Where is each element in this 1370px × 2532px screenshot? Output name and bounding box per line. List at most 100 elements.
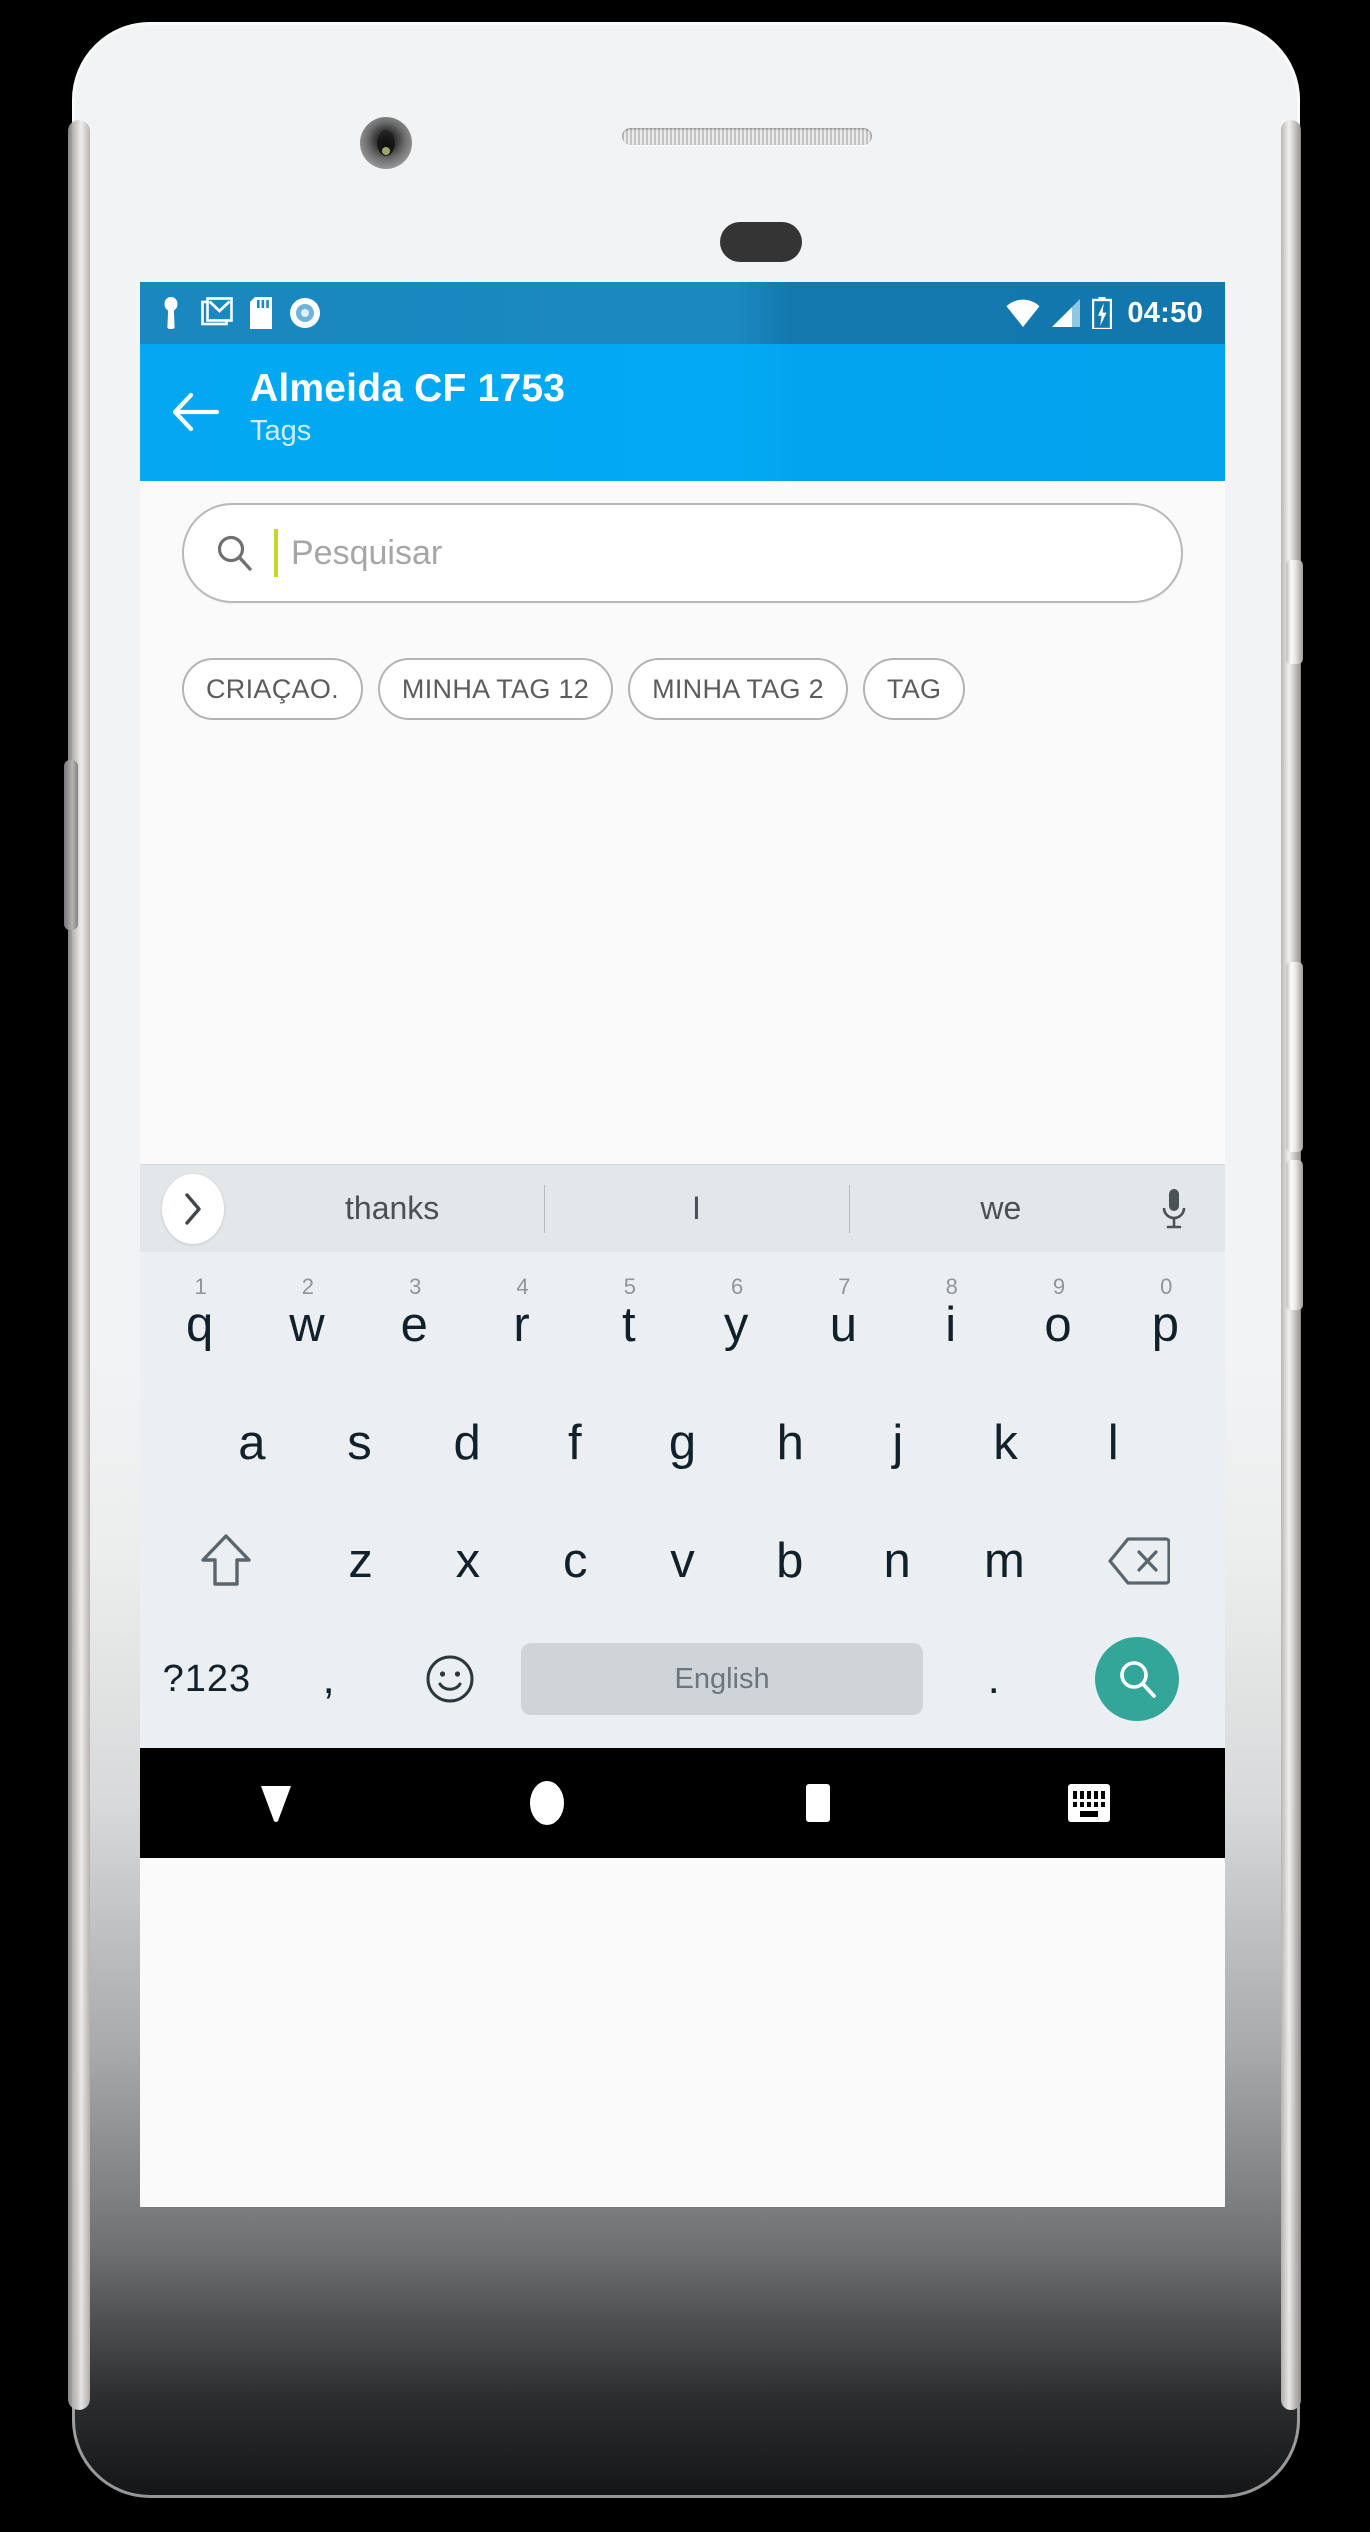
shift-key[interactable] xyxy=(146,1502,307,1620)
key-label: p xyxy=(1151,1298,1179,1352)
key-w[interactable]: 2w xyxy=(253,1266,360,1384)
key-k[interactable]: k xyxy=(952,1384,1060,1502)
gmail-icon xyxy=(201,297,233,329)
home-button[interactable] xyxy=(411,1778,682,1828)
disc-icon xyxy=(289,297,321,329)
power-button[interactable] xyxy=(1286,560,1303,664)
expand-suggestions-button[interactable] xyxy=(162,1173,224,1244)
page-subtitle: Tags xyxy=(250,415,312,448)
suggestion-items: thanks I we xyxy=(240,1165,1153,1252)
key-hint-number: 4 xyxy=(516,1274,529,1299)
change-keyboard-icon xyxy=(1065,1781,1113,1825)
key-l[interactable]: l xyxy=(1059,1384,1167,1502)
key-m[interactable]: m xyxy=(951,1502,1058,1620)
key-p[interactable]: 0p xyxy=(1112,1266,1219,1384)
key-j[interactable]: j xyxy=(844,1384,952,1502)
tag-chip[interactable]: CRIAÇAO. xyxy=(182,658,363,720)
key-z[interactable]: z xyxy=(307,1502,414,1620)
key-hint-number: 7 xyxy=(838,1274,851,1299)
search-icon xyxy=(214,533,254,573)
back-button[interactable] xyxy=(140,362,250,462)
key-b[interactable]: b xyxy=(736,1502,843,1620)
key-e[interactable]: 3e xyxy=(361,1266,468,1384)
key-s[interactable]: s xyxy=(306,1384,414,1502)
suggestion-item[interactable]: we xyxy=(849,1190,1153,1227)
chevron-right-icon xyxy=(182,1192,204,1226)
search-input[interactable]: Pesquisar xyxy=(182,503,1183,603)
key-q[interactable]: 1q xyxy=(146,1266,253,1384)
key-h[interactable]: h xyxy=(736,1384,844,1502)
phone-screen: 04:50 Almeida CF 1753 Tags Pesquisar CRI… xyxy=(140,282,1225,2207)
enter-key-circle xyxy=(1094,1637,1179,1721)
key-a[interactable]: a xyxy=(198,1384,306,1502)
key-y[interactable]: 6y xyxy=(682,1266,789,1384)
emoji-key[interactable] xyxy=(389,1620,511,1738)
screenshot-root: 04:50 Almeida CF 1753 Tags Pesquisar CRI… xyxy=(0,0,1370,2532)
key-x[interactable]: x xyxy=(414,1502,521,1620)
device-left-nub xyxy=(64,760,78,930)
voice-input-button[interactable] xyxy=(1145,1180,1203,1238)
navigation-bar xyxy=(140,1748,1225,1858)
key-label: . xyxy=(987,1654,1000,1703)
key-n[interactable]: n xyxy=(843,1502,950,1620)
key-i[interactable]: 8i xyxy=(897,1266,1004,1384)
keyboard-row-3: z x c v b n m xyxy=(146,1502,1219,1620)
key-label: z xyxy=(348,1534,373,1588)
battery-charging-icon xyxy=(1092,297,1113,329)
key-label: , xyxy=(322,1654,335,1703)
recents-button[interactable] xyxy=(683,1781,954,1825)
tag-chip[interactable]: MINHA TAG 2 xyxy=(628,658,848,720)
key-label: r xyxy=(513,1298,530,1352)
keyboard-row-2: a s d f g h j k l xyxy=(146,1384,1219,1502)
home-circle-icon xyxy=(526,1778,568,1828)
microphone-icon xyxy=(1159,1187,1189,1231)
suggestion-item[interactable]: I xyxy=(544,1190,848,1227)
key-hint-number: 2 xyxy=(301,1274,315,1299)
tag-chip[interactable]: MINHA TAG 12 xyxy=(377,658,614,720)
comma-key[interactable]: , xyxy=(268,1620,390,1738)
key-d[interactable]: d xyxy=(413,1384,521,1502)
status-bar-clock: 04:50 xyxy=(1127,296,1203,329)
search-placeholder: Pesquisar xyxy=(291,533,443,572)
key-label: m xyxy=(983,1534,1025,1588)
key-r[interactable]: 4r xyxy=(468,1266,575,1384)
status-bar: 04:50 xyxy=(140,282,1225,344)
period-key[interactable]: . xyxy=(933,1620,1055,1738)
tag-chip[interactable]: TAG xyxy=(862,658,966,720)
key-c[interactable]: c xyxy=(522,1502,629,1620)
backspace-key[interactable] xyxy=(1058,1502,1219,1620)
key-label: a xyxy=(238,1416,266,1470)
volume-up-button[interactable] xyxy=(1286,962,1303,1152)
emoji-icon xyxy=(425,1654,475,1704)
key-label: o xyxy=(1044,1298,1072,1352)
key-v[interactable]: v xyxy=(629,1502,736,1620)
key-g[interactable]: g xyxy=(629,1384,737,1502)
hide-keyboard-button[interactable] xyxy=(140,1781,411,1825)
earpiece-speaker xyxy=(622,128,872,145)
key-label: f xyxy=(568,1416,582,1470)
arrow-back-icon xyxy=(171,391,219,433)
search-enter-key[interactable] xyxy=(1055,1620,1219,1738)
key-label: d xyxy=(453,1416,481,1470)
status-bar-right-icons: 04:50 xyxy=(1006,297,1203,330)
key-f[interactable]: f xyxy=(521,1384,629,1502)
suggestion-item[interactable]: thanks xyxy=(240,1190,544,1227)
key-label: y xyxy=(723,1298,749,1352)
shift-icon xyxy=(199,1532,253,1590)
proximity-sensor xyxy=(720,222,802,262)
key-label: g xyxy=(668,1416,697,1470)
key-o[interactable]: 9o xyxy=(1004,1266,1111,1384)
page-title: Almeida CF 1753 xyxy=(250,367,566,410)
spacebar-key[interactable]: English xyxy=(521,1643,923,1715)
change-keyboard-button[interactable] xyxy=(954,1781,1225,1825)
key-hint-number: 9 xyxy=(1052,1274,1066,1299)
symbols-key[interactable]: ?123 xyxy=(146,1620,268,1738)
key-label: j xyxy=(892,1416,904,1470)
tag-chip-list: CRIAÇAO. MINHA TAG 12 MINHA TAG 2 TAG xyxy=(182,658,1183,720)
key-t[interactable]: 5t xyxy=(575,1266,682,1384)
front-camera-icon xyxy=(360,117,412,169)
key-label: i xyxy=(945,1298,957,1352)
key-u[interactable]: 7u xyxy=(790,1266,897,1384)
volume-down-button[interactable] xyxy=(1286,1160,1303,1310)
key-label: l xyxy=(1107,1416,1119,1470)
